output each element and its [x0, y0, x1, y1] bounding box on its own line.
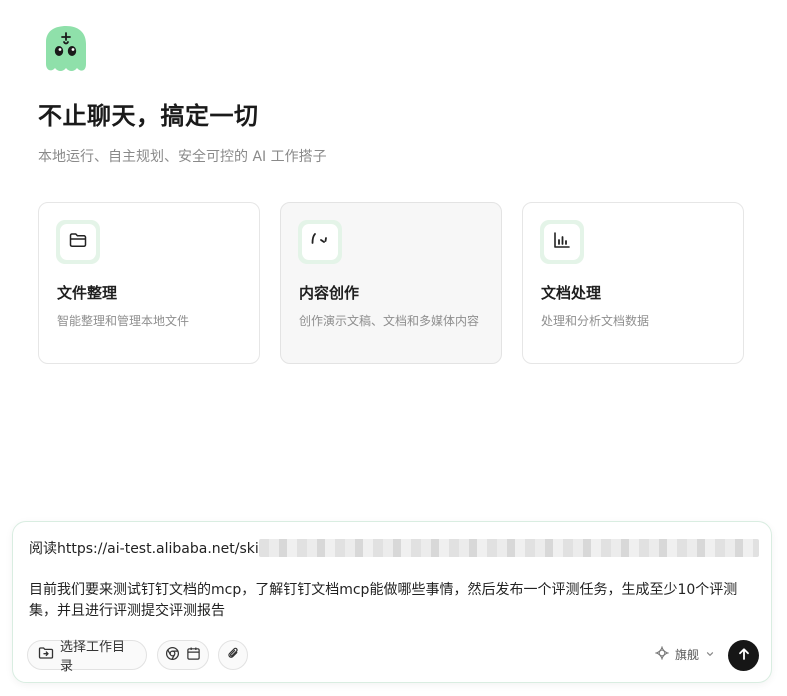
page-subtitle: 本地运行、自主规划、安全可控的 AI 工作搭子 [38, 149, 327, 165]
card-icon-frame [540, 220, 584, 264]
mascot-logo [40, 24, 90, 76]
chevron-down-icon [705, 648, 715, 662]
folder-icon [68, 230, 88, 254]
card-title: 文档处理 [541, 284, 602, 302]
page-title: 不止聊天，搞定一切 [38, 102, 259, 130]
select-folder-button[interactable]: 选择工作目录 [27, 640, 147, 674]
prompt-text-body[interactable]: 目前我们要来测试钉钉文档的mcp，了解钉钉文档mcp能做哪些事情，然后发布一个评… [29, 580, 759, 622]
bar-chart-icon [552, 230, 572, 254]
tools-button[interactable] [157, 640, 209, 670]
chrome-icon [165, 646, 180, 665]
paperclip-icon [226, 646, 241, 665]
card-content-creation[interactable]: 内容创作 创作演示文稿、文档和多媒体内容 [280, 202, 502, 364]
card-description: 处理和分析文档数据 [541, 314, 650, 328]
card-icon-frame [298, 220, 342, 264]
card-document-processing[interactable]: 文档处理 处理和分析文档数据 [522, 202, 744, 364]
card-title: 文件整理 [57, 284, 118, 302]
calendar-icon [186, 646, 201, 665]
model-label: 旗舰 [674, 648, 699, 662]
redacted-text [259, 539, 759, 557]
send-button[interactable] [728, 640, 759, 671]
model-selector[interactable]: 旗舰 [654, 645, 715, 663]
prompt-composer[interactable]: 阅读https://ai-test.alibaba.net/ski 目前我们要来… [12, 521, 772, 683]
attach-button[interactable] [218, 640, 248, 670]
quote-icon [309, 230, 331, 254]
model-icon [654, 645, 670, 663]
card-title: 内容创作 [299, 284, 360, 302]
folder-plus-icon [38, 645, 54, 665]
arrow-up-icon [737, 646, 751, 665]
card-file-organize[interactable]: 文件整理 智能整理和管理本地文件 [38, 202, 260, 364]
card-icon-frame [56, 220, 100, 264]
card-description: 智能整理和管理本地文件 [57, 314, 190, 328]
prompt-text-line[interactable]: 阅读https://ai-test.alibaba.net/ski [29, 538, 259, 558]
select-folder-label: 选择工作目录 [60, 640, 126, 674]
card-description: 创作演示文稿、文档和多媒体内容 [299, 314, 480, 328]
